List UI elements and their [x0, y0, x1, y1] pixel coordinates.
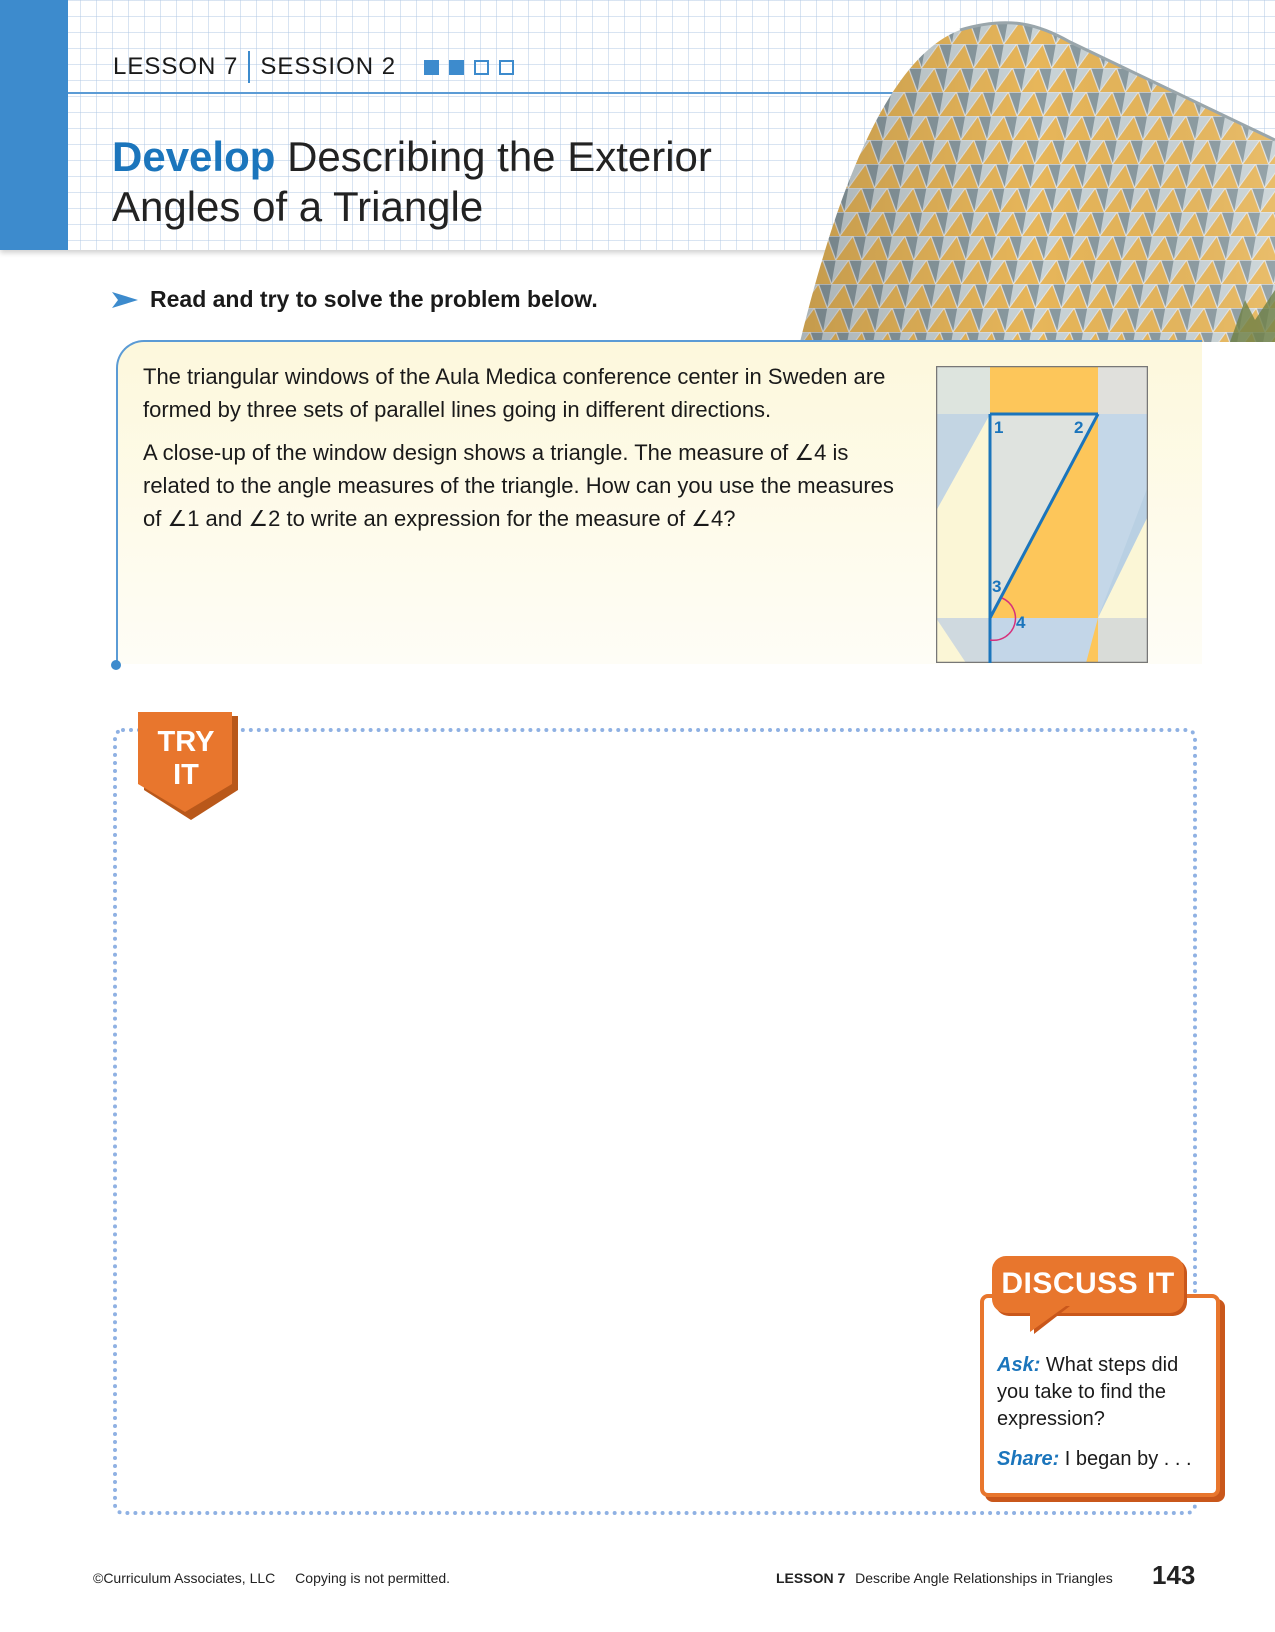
copyright-text: ©Curriculum Associates, LLC [93, 1570, 276, 1586]
session-progress [424, 59, 515, 75]
try-it-line-2: IT [173, 759, 199, 791]
window-triangle-diagram: 1 2 3 4 [936, 366, 1148, 663]
lesson-color-bar [0, 0, 68, 250]
arrow-right-icon [112, 291, 138, 308]
angle-symbol: ∠ [248, 506, 269, 531]
instruction: Read and try to solve the problem below. [112, 286, 598, 313]
lesson-label: LESSON 7 [113, 53, 239, 80]
session-label: SESSION 2 [260, 53, 397, 80]
header-divider [68, 92, 918, 94]
discuss-ask: Ask: What steps did you take to find the… [997, 1354, 1179, 1430]
problem-box-end-dot [111, 660, 121, 670]
problem-paragraph-2: A close-up of the window design shows a … [143, 440, 894, 531]
copy-notice: Copying is not permitted. [295, 1570, 451, 1586]
angle-1-label: 1 [994, 418, 1003, 437]
speech-tail-icon [1030, 1306, 1070, 1334]
discuss-it-title: DISCUSS IT [1001, 1267, 1175, 1300]
discuss-it-text: Ask: What steps did you take to find the… [997, 1352, 1202, 1486]
page-title: Develop Describing the Exterior Angles o… [112, 132, 832, 232]
title-line-1: Describing the Exterior [287, 133, 712, 180]
angle-symbol: ∠ [691, 506, 711, 531]
progress-square-3 [474, 59, 490, 75]
angle-symbol: ∠ [167, 506, 188, 531]
problem-paragraph-1: The triangular windows of the Aula Medic… [143, 364, 886, 422]
footer-lesson-label: LESSON 7 [776, 1570, 846, 1586]
lesson-session-label: LESSON 7 SESSION 2 [113, 50, 515, 84]
lesson-separator [248, 51, 251, 83]
page-number: 143 [1152, 1560, 1196, 1590]
title-line-2: Angles of a Triangle [112, 183, 484, 230]
angle-4-label: 4 [1016, 613, 1026, 632]
footer-lesson-title: Describe Angle Relationships in Triangle… [855, 1570, 1113, 1586]
problem-text: The triangular windows of the Aula Medic… [143, 360, 913, 545]
progress-square-1 [424, 59, 440, 75]
footer-lesson: LESSON 7 Describe Angle Relationships in… [776, 1570, 1113, 1586]
building-photo [800, 21, 1275, 342]
angle-symbol: ∠ [794, 440, 815, 465]
footer-copyright: ©Curriculum Associates, LLC Copying is n… [93, 1570, 450, 1586]
angle-3-label: 3 [992, 577, 1001, 596]
try-it-line-1: TRY [157, 726, 215, 758]
title-keyword: Develop [112, 133, 276, 180]
progress-square-4 [499, 59, 515, 75]
progress-square-2 [449, 59, 465, 75]
angle-2-label: 2 [1074, 418, 1083, 437]
discuss-share: Share: I began by . . . [997, 1448, 1192, 1470]
try-it-label: TRY IT [140, 726, 232, 792]
instruction-text: Read and try to solve the problem below. [150, 286, 598, 312]
